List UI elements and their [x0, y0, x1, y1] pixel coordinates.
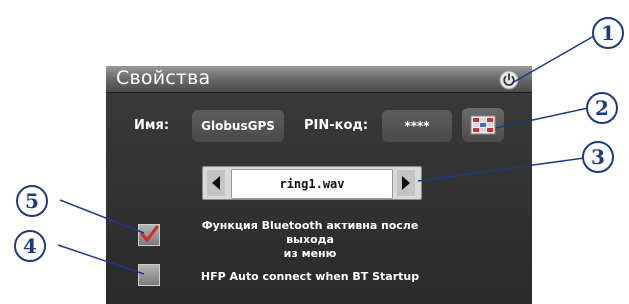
- callout-4: 4: [14, 230, 46, 262]
- callout-2: 2: [586, 92, 618, 124]
- callout-1-leader: [511, 35, 595, 84]
- callout-4-leader: [57, 244, 145, 275]
- callout-5-leader: [59, 199, 145, 234]
- callout-1: 1: [592, 17, 624, 49]
- callout-2-leader: [495, 107, 589, 129]
- callout-leader-lines: [57, 35, 595, 275]
- screenshot-stage: Свойства Имя: GlobusGPS PIN-код: **** ri…: [0, 0, 629, 304]
- callout-5: 5: [16, 185, 48, 217]
- callout-3: 3: [582, 141, 614, 173]
- callout-3-leader: [417, 157, 585, 182]
